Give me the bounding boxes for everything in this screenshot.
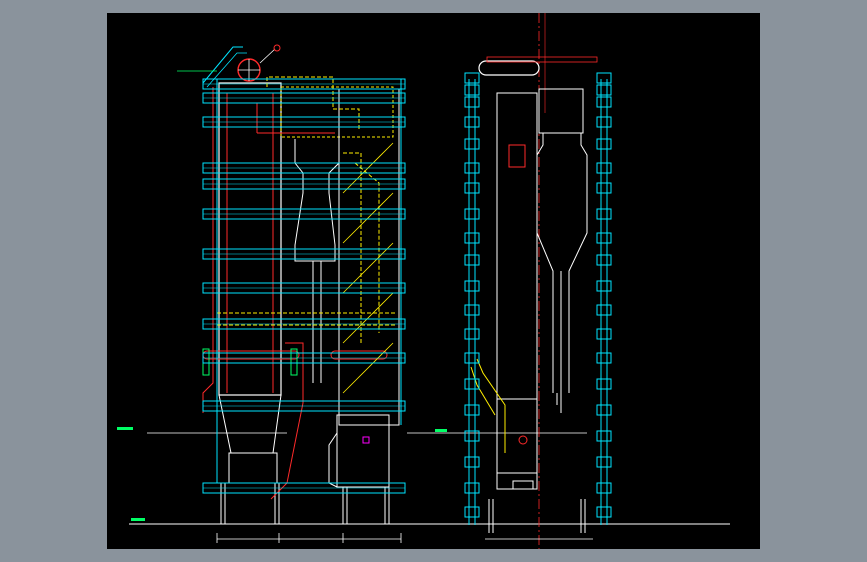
elevation-tag [435,429,447,432]
furnace-body-side [496,92,538,474]
platform-side-left-2 [464,96,480,108]
platform-side-left-9 [464,254,480,266]
platform-side-left-3 [464,116,480,128]
boiler-drawing [117,13,730,549]
platform-side-right-12 [596,328,612,340]
elevation-tag [117,427,133,430]
platform-side-right-16 [596,430,612,442]
platform-side-left-7 [464,208,480,220]
platform-side-right-15 [596,404,612,416]
stair-flights [342,142,394,394]
platform-side-right-3 [596,116,612,128]
back-pass [338,88,400,426]
side-elevation [447,13,730,549]
top-stair [202,46,243,84]
drum-leader [259,48,276,64]
ash-hopper-cone [328,432,338,488]
furnace-hopper [218,394,282,454]
platform-side-left-10 [464,280,480,292]
platform-side-left-4 [464,138,480,150]
platform-side-left-1 [464,84,480,96]
platform-side-right-2 [596,96,612,108]
platform-levels [202,78,406,494]
building-columns [216,79,402,483]
platform-side-right-13 [596,352,612,364]
ash-outlet [512,480,534,490]
cross-duct [280,86,394,138]
drawing-viewport[interactable] [107,13,760,549]
ash-hopper [336,414,390,488]
lower-furnace [496,398,538,490]
platform-side-left-0 [464,72,480,84]
support-columns [220,483,390,524]
support-columns-side [488,499,586,533]
building-columns-side [468,79,608,525]
platform-levels-side [464,72,612,518]
cad-window [0,0,867,562]
ash-door [362,436,370,444]
platform-side-left-17 [464,456,480,468]
platform-side-right-17 [596,456,612,468]
platform-side-right-1 [596,84,612,96]
left-elevation [117,44,547,543]
platform-side-right-9 [596,254,612,266]
platform-side-left-18 [464,482,480,494]
platform-side-right-0 [596,72,612,84]
platform-side-right-11 [596,304,612,316]
platform-side-right-6 [596,182,612,194]
platform-side-right-7 [596,208,612,220]
platform-side-right-10 [596,280,612,292]
steam-drum-side [478,60,540,76]
platform-side-left-15 [464,404,480,416]
platform-side-left-12 [464,328,480,340]
drum-nozzle [273,44,281,52]
platform-side-left-11 [464,304,480,316]
elevation-tag [131,518,145,521]
furnace-shell [218,82,282,396]
platform-side-right-4 [596,138,612,150]
cyclone-side [536,88,588,413]
lower-port [518,435,528,445]
platform-side-left-6 [464,182,480,194]
inspection-door [508,144,526,168]
platform-side-right-18 [596,482,612,494]
cyclone-separator [294,139,340,383]
platform-side-left-16 [464,430,480,442]
hopper-base [228,452,278,484]
platform-side-right-5 [596,162,612,174]
platform-side-left-8 [464,232,480,244]
platform-side-right-14 [596,378,612,390]
platform-side-right-8 [596,232,612,244]
platform-side-right-19 [596,506,612,518]
platform-side-left-13 [464,352,480,364]
riser-tubes-side [470,358,506,453]
platform-side-left-19 [464,506,480,518]
platform-side-left-5 [464,162,480,174]
